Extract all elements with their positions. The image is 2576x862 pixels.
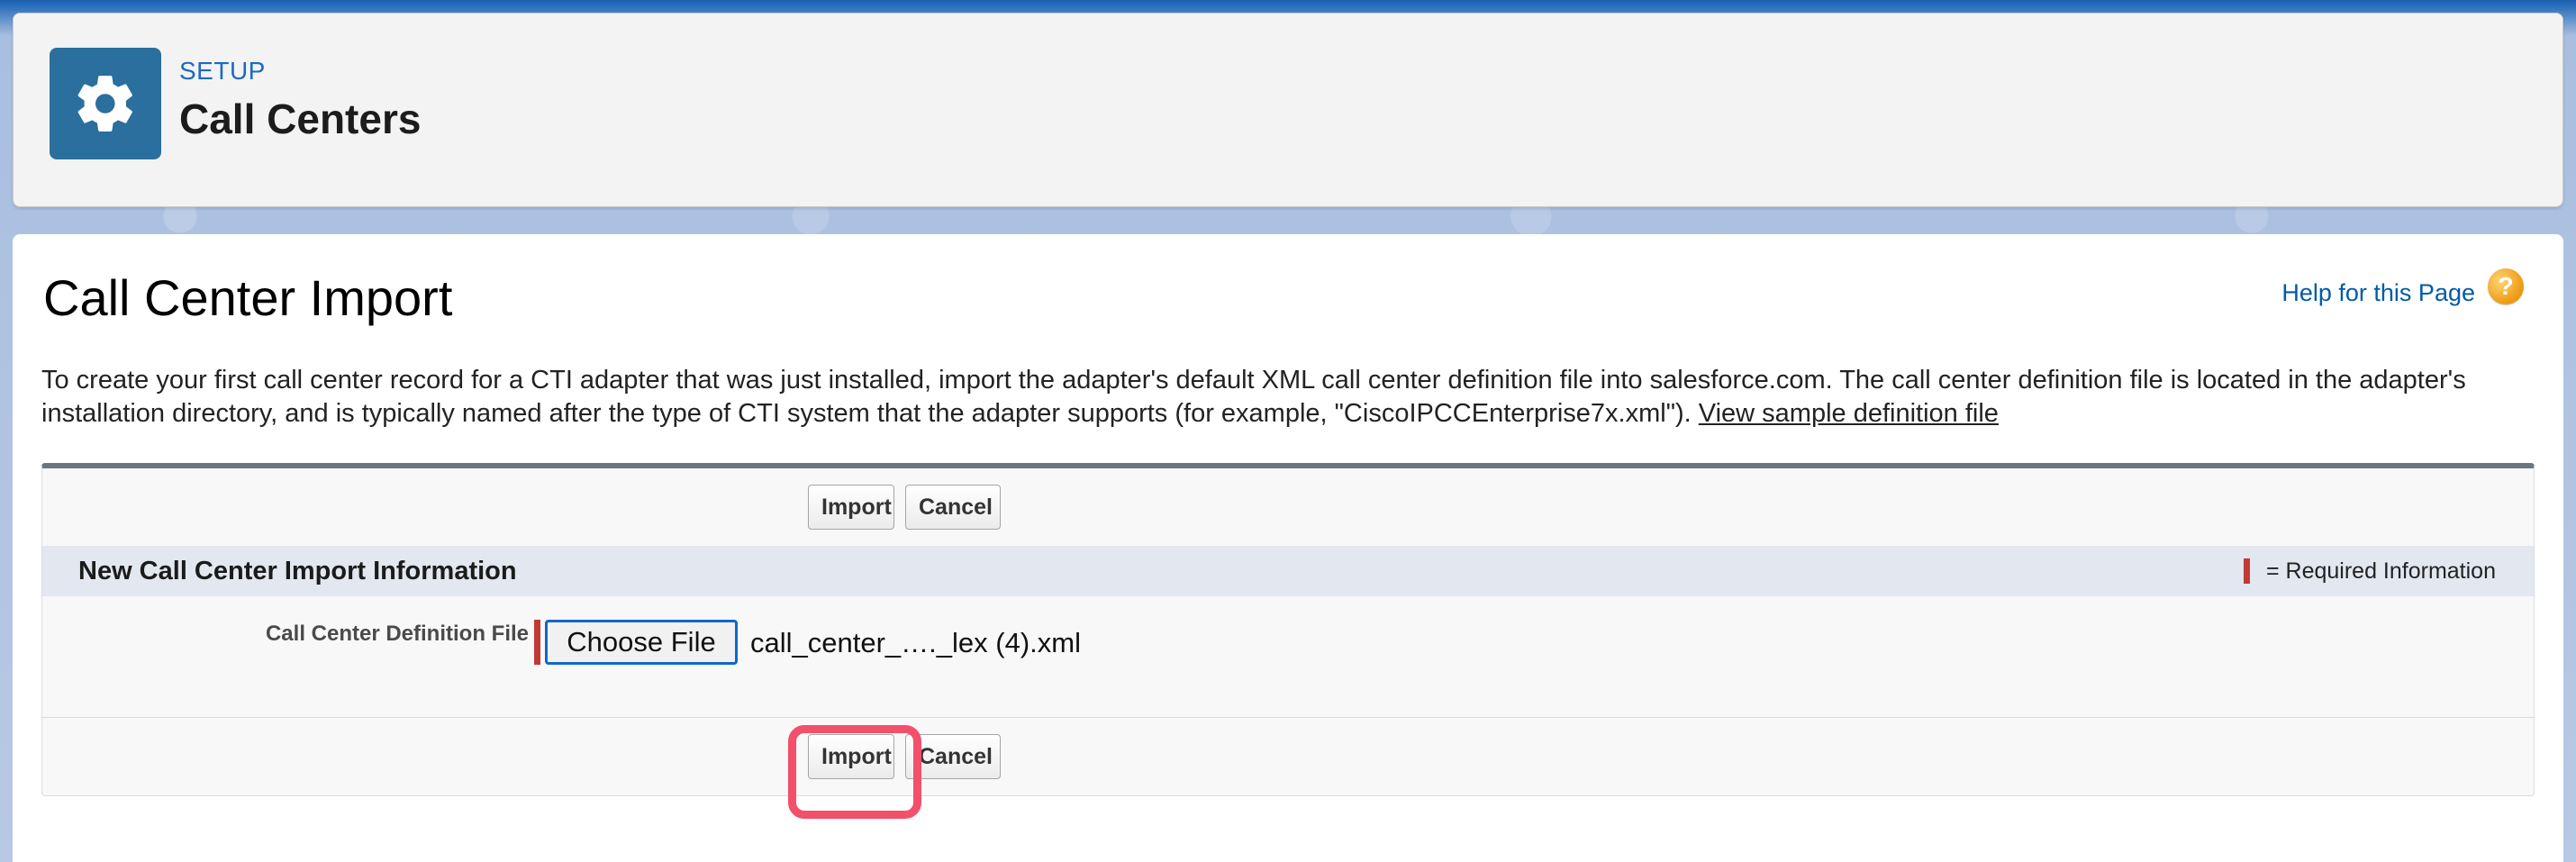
import-form: Import Cancel New Call Center Import Inf…: [41, 463, 2535, 819]
cancel-button-bottom[interactable]: Cancel: [905, 734, 1001, 779]
help-link[interactable]: Help for this Page: [2281, 279, 2475, 307]
main-content: Call Center Import Help for this Page ? …: [13, 234, 2563, 862]
header-title: Call Centers: [179, 95, 422, 142]
page-header: SETUP Call Centers: [13, 13, 2563, 207]
import-button-bottom[interactable]: Import: [808, 734, 894, 779]
top-button-row: Import Cancel: [42, 468, 2534, 547]
required-legend-text: = Required Information: [2265, 558, 2496, 584]
help-icon[interactable]: ?: [2488, 268, 2524, 304]
selected-file-name: call_center_…._lex (4).xml: [750, 627, 1081, 658]
required-field-indicator: [534, 620, 540, 665]
view-sample-link[interactable]: View sample definition file: [1699, 399, 1999, 428]
required-legend: = Required Information: [2243, 558, 2496, 585]
choose-file-button[interactable]: Choose File: [545, 620, 738, 665]
section-header: New Call Center Import Information = Req…: [42, 546, 2534, 596]
cancel-button-top[interactable]: Cancel: [905, 485, 1001, 530]
definition-file-row: Call Center Definition File Choose File …: [42, 596, 2534, 717]
intro-description: To create your first call center record …: [41, 366, 2466, 428]
gear-icon: [50, 48, 161, 159]
definition-file-label: Call Center Definition File: [265, 622, 529, 646]
intro-text: To create your first call center record …: [41, 364, 2527, 431]
required-indicator: [2243, 558, 2250, 584]
bottom-button-row: Import Cancel: [42, 717, 2534, 819]
breadcrumb-setup: SETUP: [179, 57, 266, 85]
import-button-top[interactable]: Import: [808, 485, 894, 530]
page-title: Call Center Import: [43, 269, 453, 326]
section-title: New Call Center Import Information: [78, 557, 517, 585]
